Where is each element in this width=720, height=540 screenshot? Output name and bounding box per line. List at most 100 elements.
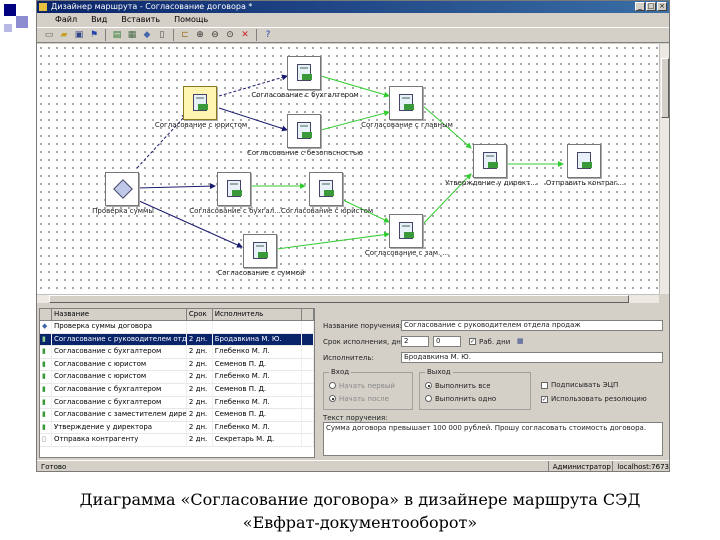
term-hours-field[interactable]: 0: [433, 336, 461, 347]
minimize-button[interactable]: _: [635, 2, 645, 11]
table-row[interactable]: ▯ Отправка контрагенту 2 дн. Секретарь М. Д…: [40, 434, 314, 447]
row-term: 2 дн.: [187, 383, 213, 396]
connector: [136, 183, 216, 190]
row-term: 2 дн.: [187, 371, 213, 383]
scroll-thumb[interactable]: [49, 295, 629, 303]
table-row[interactable]: ▮ Согласование с бухгалтером 2 дн. Глебенко…: [40, 346, 314, 359]
bottom-panel: Название Срок Исполнитель ◆ Проверка сумм…: [37, 304, 669, 461]
node-box: [105, 172, 139, 206]
row-executor: Глебенко М. Л.: [213, 421, 303, 434]
executor-field[interactable]: Бродавкина М. Ю.: [401, 352, 663, 363]
node-box: [287, 56, 321, 90]
work-days-checkbox[interactable]: ✓: [469, 338, 476, 345]
row-name: Согласование с юристом: [52, 371, 187, 383]
flag-icon[interactable]: ⚑: [88, 29, 100, 41]
close-button[interactable]: ×: [657, 2, 667, 11]
open-icon[interactable]: ▰: [58, 29, 70, 41]
term-label: Срок исполнения, дн:: [323, 338, 404, 346]
column-header[interactable]: [302, 309, 314, 320]
toolbar: ▭ ▰ ▣ ⚑ ▤ ▦ ◆ ▯ ⊏ ⊕ ⊖ ⊙ ✕ ?: [37, 27, 669, 43]
document-icon: [577, 152, 592, 169]
zoom-out-icon[interactable]: ⊖: [209, 29, 221, 41]
menu-view[interactable]: Вид: [91, 13, 107, 26]
menu-insert[interactable]: Вставить: [121, 13, 160, 26]
document-icon[interactable]: ▯: [156, 29, 168, 41]
canvas-horizontal-scrollbar[interactable]: [37, 294, 659, 303]
scroll-thumb[interactable]: [661, 58, 669, 118]
task-text-area[interactable]: Сумма договора превышает 100 000 рублей.…: [323, 422, 663, 456]
row-icon: ▮: [40, 371, 52, 383]
node-label: Согласование с главным: [361, 121, 453, 129]
enter-first-radio[interactable]: [329, 382, 336, 389]
column-header-term[interactable]: Срок: [187, 309, 213, 320]
row-name: Согласование с бухгалтером: [52, 396, 187, 409]
enter-group-title: Вход: [329, 368, 352, 376]
row-icon: ▮: [40, 346, 52, 358]
table-row[interactable]: ▮ Утверждение у директора 2 дн. Глебенко М.…: [40, 421, 314, 435]
table-row[interactable]: ▮ Согласование с бухгалтером 2 дн. Глебенко…: [40, 396, 314, 410]
use-resolution-label: Использовать резолюцию: [551, 395, 647, 403]
menu-bar: Файл Вид Вставить Помощь: [37, 13, 669, 26]
print-icon[interactable]: ▤: [111, 29, 123, 41]
window-titlebar: Дизайнер маршрута - Согласование договор…: [37, 1, 669, 13]
document-icon: [399, 94, 414, 111]
task-name-field[interactable]: Согласование с руководителем отдела прод…: [401, 320, 663, 331]
node-box: [287, 114, 321, 148]
column-header-executor[interactable]: Исполнитель: [213, 309, 303, 320]
zoom-icon[interactable]: ⊙: [224, 29, 236, 41]
enter-group: Вход Начать первый Начать после: [323, 368, 413, 410]
zoom-in-icon[interactable]: ⊕: [194, 29, 206, 41]
diamond-icon[interactable]: ◆: [141, 29, 153, 41]
row-term: [187, 321, 213, 333]
enter-after-label: Начать после: [339, 395, 389, 403]
row-term: 2 дн.: [187, 396, 213, 409]
row-name: Проверка суммы договора: [52, 321, 187, 333]
node-label: Утверждение у директ...: [445, 179, 537, 187]
table-row[interactable]: ▮Согласование с руководителем отдел...2 …: [40, 333, 314, 347]
enter-after-radio[interactable]: [329, 395, 336, 402]
term-days-field[interactable]: 2: [401, 336, 429, 347]
table-row[interactable]: ◆ Проверка суммы договора: [40, 321, 314, 334]
row-icon: ◆: [40, 321, 52, 333]
status-bar: Готово Администратор localhost:7673: [37, 460, 669, 471]
canvas-vertical-scrollbar[interactable]: [659, 44, 669, 294]
maximize-button[interactable]: □: [646, 2, 656, 11]
document-icon: [399, 222, 414, 239]
table-row[interactable]: ▮Согласование с заместителем директора2 …: [40, 409, 314, 422]
row-name: Согласование с бухгалтером: [52, 383, 187, 396]
sign-ecp-checkbox[interactable]: [541, 382, 548, 389]
table-row[interactable]: ▮ Согласование с юристом 2 дн. Глебенко М. …: [40, 371, 314, 384]
exit-all-radio[interactable]: [425, 382, 432, 389]
help-icon[interactable]: ?: [262, 29, 274, 41]
column-header[interactable]: [40, 309, 52, 320]
node-label: Согласование с бухгал...: [189, 207, 281, 215]
row-icon: ▯: [40, 434, 52, 446]
table-row[interactable]: ▮ Согласование с юристом 2 дн. Семенов П. Д…: [40, 358, 314, 372]
branch-icon[interactable]: ⊏: [179, 29, 191, 41]
decor-square-light: [4, 24, 12, 32]
row-term: 2 дн.: [187, 333, 213, 346]
delete-icon[interactable]: ✕: [239, 29, 251, 41]
node-label: Согласование с безопасностью: [246, 149, 364, 157]
new-icon[interactable]: ▭: [43, 29, 55, 41]
save-icon[interactable]: ▣: [73, 29, 85, 41]
toolbar-separator: [105, 29, 106, 41]
diamond-icon: [113, 179, 133, 199]
menu-help[interactable]: Помощь: [174, 13, 208, 26]
node-label: Согласование с зам. ...: [364, 249, 450, 257]
task-name-label: Название поручения:: [323, 322, 402, 330]
use-resolution-checkbox[interactable]: ✓: [541, 396, 548, 403]
exit-group: Выход Выполнить все Выполнить одно: [419, 368, 531, 410]
diagram-canvas[interactable]: Проверка суммы Согласование с юристом Со…: [37, 44, 659, 294]
table-row[interactable]: ▮ Согласование с бухгалтером 2 дн. Семенов …: [40, 383, 314, 397]
exit-one-label: Выполнить одно: [435, 395, 497, 403]
exit-one-radio[interactable]: [425, 395, 432, 402]
column-header-name[interactable]: Название: [52, 309, 187, 320]
calendar-icon[interactable]: ▦: [517, 337, 524, 345]
form-icon[interactable]: ▦: [126, 29, 138, 41]
toolbar-separator: [256, 29, 257, 41]
row-executor: Семенов П. Д.: [213, 383, 303, 396]
menu-file[interactable]: Файл: [55, 13, 77, 26]
node-label: Согласование с юристом: [280, 207, 374, 215]
row-term: 2 дн.: [187, 409, 213, 421]
